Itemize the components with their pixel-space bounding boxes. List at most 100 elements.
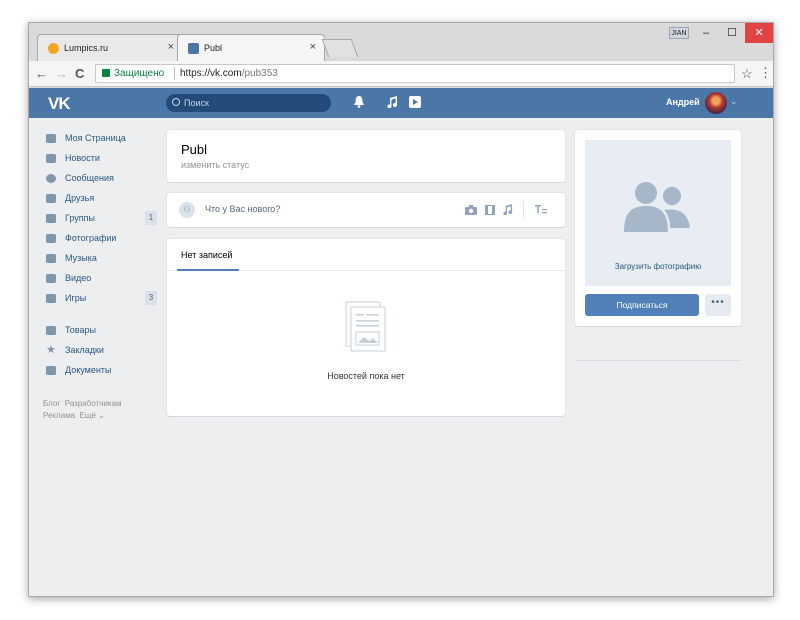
divider xyxy=(575,360,741,361)
page-viewport: VK Поиск Андрей ⌄ Моя Страница Новости С… xyxy=(29,88,773,596)
address-bar[interactable]: Защищено https://vk.com/pub353 xyxy=(95,64,735,83)
messages-icon xyxy=(46,174,56,183)
post-composer[interactable]: ⚇ Что у Вас нового? xyxy=(167,193,565,227)
subscribe-button[interactable]: Подписаться xyxy=(585,294,699,316)
empty-feed-icon xyxy=(345,301,386,352)
sidebar-item-label: Закладки xyxy=(65,345,104,355)
reload-icon[interactable]: C xyxy=(75,66,84,81)
footer-link-ads[interactable]: Реклама xyxy=(43,411,75,420)
sidebar-item-label: Группы xyxy=(65,213,95,223)
friends-icon xyxy=(46,194,56,203)
home-icon xyxy=(46,134,56,143)
photo-placeholder[interactable]: Загрузить фотографию xyxy=(585,140,731,286)
text-format-icon[interactable] xyxy=(535,205,547,215)
sidebar-item-messages[interactable]: Сообщения xyxy=(43,168,157,188)
tab-close-icon[interactable]: × xyxy=(310,41,316,53)
sidebar-item-label: Моя Страница xyxy=(65,133,126,143)
sidebar-item-label: Игры xyxy=(65,293,87,303)
film-icon xyxy=(46,274,56,283)
avatar[interactable] xyxy=(705,92,727,114)
composer-placeholder: Что у Вас нового? xyxy=(205,204,281,214)
vk-logo[interactable]: VK xyxy=(48,94,71,114)
groups-icon xyxy=(46,214,56,223)
tab-close-icon[interactable]: × xyxy=(168,41,174,53)
toolbar: ← → C Защищено https://vk.com/pub353 ☆ ⋮ xyxy=(29,61,773,87)
empty-feed-text: Новостей пока нет xyxy=(327,371,405,381)
sidebar-item-label: Видео xyxy=(65,273,92,283)
tab-no-posts[interactable]: Нет записей xyxy=(181,250,232,260)
close-window-button[interactable]: ✕ xyxy=(745,23,773,43)
camera-icon[interactable] xyxy=(465,205,477,215)
sidebar-item-label: Друзья xyxy=(65,193,95,203)
groups-count-badge: 1 xyxy=(145,211,157,225)
lock-icon xyxy=(102,69,110,77)
sidebar-item-label: Документы xyxy=(65,365,112,375)
profile-badge[interactable]: JIAN xyxy=(669,27,689,39)
tab-publ[interactable]: Publ × xyxy=(177,34,325,61)
star-icon: ★ xyxy=(46,344,56,356)
chevron-down-icon[interactable]: ⌄ xyxy=(730,96,738,107)
camera-icon xyxy=(46,234,56,243)
footer-link-blog[interactable]: Блог xyxy=(43,399,60,408)
back-arrow-icon[interactable]: ← xyxy=(35,66,48,81)
video-icon[interactable] xyxy=(409,96,421,108)
divider xyxy=(43,308,157,320)
sidebar-item-documents[interactable]: Документы xyxy=(43,360,157,380)
new-tab-button[interactable] xyxy=(321,39,359,57)
secure-label: Защищено xyxy=(114,68,165,79)
sidebar-item-groups[interactable]: Группы 1 xyxy=(43,208,157,228)
tab-lumpics[interactable]: Lumpics.ru × xyxy=(37,34,183,61)
gamepad-icon xyxy=(46,294,56,303)
browser-menu-icon[interactable]: ⋮ xyxy=(759,65,772,81)
maximize-button[interactable]: ☐ xyxy=(719,23,745,43)
bag-icon xyxy=(46,326,56,335)
user-name[interactable]: Андрей xyxy=(666,97,700,107)
change-status-link[interactable]: изменить статус xyxy=(181,160,249,170)
footer-link-developers[interactable]: Разработчикам xyxy=(65,399,122,408)
page-header-card: Publ изменить статус xyxy=(167,130,565,182)
composer-avatar-icon: ⚇ xyxy=(179,202,195,218)
sidebar-item-label: Товары xyxy=(65,325,96,335)
community-cover-card: Загрузить фотографию Подписаться ••• xyxy=(575,130,741,326)
url-host: https://vk.com xyxy=(180,68,242,79)
tab-strip: Lumpics.ru × Publ × JIAN – ☐ ✕ xyxy=(29,23,773,61)
bell-icon[interactable] xyxy=(354,96,364,108)
sidebar-item-friends[interactable]: Друзья xyxy=(43,188,157,208)
minimize-button[interactable]: – xyxy=(693,23,719,43)
footer-link-more[interactable]: Ещё ⌄ xyxy=(80,411,105,420)
music-note-icon[interactable] xyxy=(503,204,513,215)
search-input[interactable]: Поиск xyxy=(166,94,331,112)
sidebar-footer: Блог Разработчикам Реклама Ещё ⌄ xyxy=(43,398,157,422)
sidebar-item-label: Фотографии xyxy=(65,233,117,243)
sidebar-item-photos[interactable]: Фотографии xyxy=(43,228,157,248)
music-icon[interactable] xyxy=(387,96,398,108)
sidebar-item-games[interactable]: Игры 3 xyxy=(43,288,157,308)
sidebar-item-bookmarks[interactable]: ★ Закладки xyxy=(43,340,157,360)
sidebar-item-news[interactable]: Новости xyxy=(43,148,157,168)
sidebar-item-music[interactable]: Музыка xyxy=(43,248,157,268)
url-path: /pub353 xyxy=(241,68,278,79)
vk-favicon-icon xyxy=(188,43,199,54)
tab-title: Publ xyxy=(204,43,223,53)
music-icon xyxy=(46,254,56,263)
search-placeholder: Поиск xyxy=(184,98,209,108)
browser-window: Lumpics.ru × Publ × JIAN – ☐ ✕ ← → C Защ… xyxy=(28,22,774,597)
sidebar-item-goods[interactable]: Товары xyxy=(43,320,157,340)
games-count-badge: 3 xyxy=(145,291,157,305)
active-tab-underline xyxy=(177,269,239,271)
wall-tabs: Нет записей xyxy=(167,239,565,271)
url-text: https://vk.com/pub353 xyxy=(180,65,278,82)
bookmark-star-icon[interactable]: ☆ xyxy=(741,66,753,82)
sidebar-item-video[interactable]: Видео xyxy=(43,268,157,288)
sidebar-item-my-page[interactable]: Моя Страница xyxy=(43,128,157,148)
search-icon xyxy=(172,98,180,106)
upload-photo-link[interactable]: Загрузить фотографию xyxy=(585,262,731,271)
page-title: Publ xyxy=(181,142,208,157)
forward-arrow-icon[interactable]: → xyxy=(55,66,68,81)
more-actions-button[interactable]: ••• xyxy=(705,294,731,316)
news-icon xyxy=(46,154,56,163)
wall-card: Нет записей Новостей пока нет xyxy=(167,239,565,416)
sidebar-item-label: Сообщения xyxy=(65,173,114,183)
film-icon[interactable] xyxy=(485,205,495,215)
tab-title: Lumpics.ru xyxy=(64,43,109,53)
